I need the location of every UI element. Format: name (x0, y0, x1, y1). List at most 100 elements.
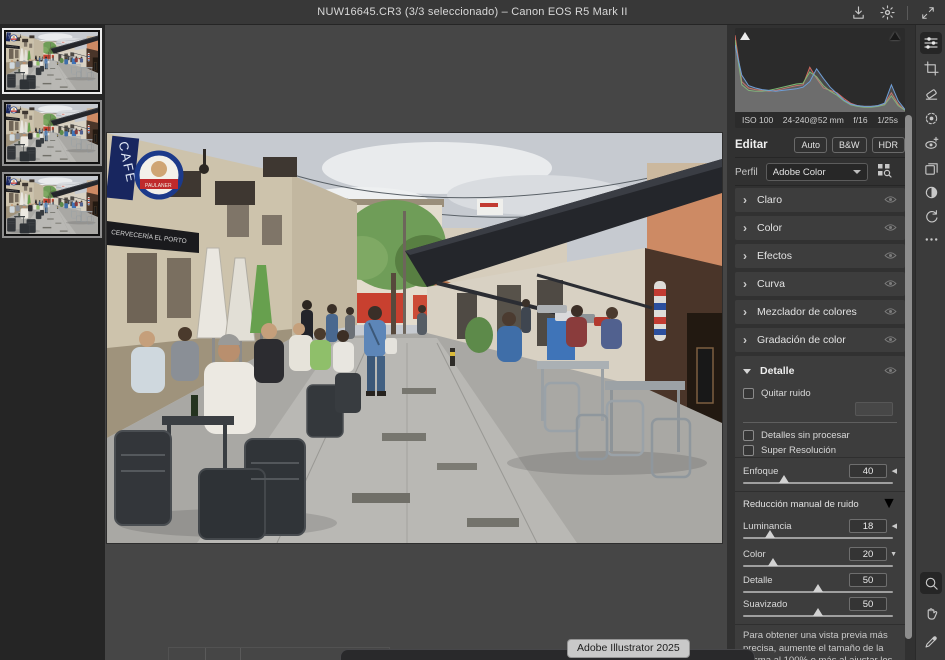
color-nr-slider[interactable] (743, 565, 893, 567)
exif-info: ISO 100 24-240@52 mm f/16 1/25s (735, 112, 905, 128)
edit-tool-icon[interactable] (920, 32, 942, 54)
detalle-nr-label: Detalle (743, 575, 849, 586)
dock-item[interactable] (340, 649, 755, 660)
photo-preview[interactable] (107, 133, 722, 543)
section-label: Claro (757, 194, 782, 206)
presets-tool-icon[interactable] (920, 157, 942, 179)
eye-icon[interactable] (884, 191, 897, 209)
auto-button[interactable]: Auto (794, 137, 827, 153)
exif-iso: ISO 100 (742, 115, 773, 125)
section-label: Color (757, 222, 782, 234)
detalle-nr-value-field[interactable]: 50 (849, 573, 887, 587)
eye-icon[interactable] (884, 303, 897, 321)
thumbnail-1[interactable] (2, 28, 102, 94)
quitar-ruido-label: Quitar ruido (761, 388, 811, 399)
enfoque-label: Enfoque (743, 466, 849, 477)
versions-tool-icon[interactable] (920, 205, 942, 227)
chevron-right-icon: › (743, 250, 747, 262)
eye-icon[interactable] (884, 219, 897, 237)
section-efectos[interactable]: › Efectos (735, 244, 905, 268)
bw-button[interactable]: B&W (832, 137, 867, 153)
color-nr-label: Color (743, 549, 849, 560)
chevron-right-icon: › (743, 222, 747, 234)
thumbnail-2[interactable] (2, 100, 102, 166)
section-label: Mezclador de colores (757, 306, 857, 318)
fullscreen-icon[interactable] (919, 4, 937, 22)
edit-header-row: Editar Auto B&W HDR (735, 132, 905, 158)
color-nr-value-field[interactable]: 20 (849, 547, 887, 561)
zoom-tool-icon[interactable] (920, 572, 942, 594)
detalle-header[interactable]: Detalle (735, 360, 905, 382)
luminancia-slider-thumb[interactable] (765, 530, 775, 538)
chevron-down-icon (743, 369, 751, 374)
preview-canvas (105, 25, 727, 660)
white-balance-eyedropper-icon[interactable] (920, 630, 942, 652)
quitar-ruido-amount-field[interactable] (855, 402, 893, 416)
highlight-clipping-icon[interactable] (890, 32, 900, 40)
exif-aperture: f/16 (853, 115, 867, 125)
more-options-icon[interactable] (920, 228, 942, 250)
chevron-right-icon: › (743, 334, 747, 346)
heal-tool-icon[interactable] (920, 82, 942, 104)
histogram-chart (735, 28, 905, 112)
panel-scrollbar[interactable] (905, 115, 912, 639)
divider (735, 624, 905, 625)
suavizado-value-field[interactable]: 50 (849, 597, 887, 611)
section-claro[interactable]: › Claro (735, 188, 905, 212)
super-resolucion-checkbox[interactable] (743, 445, 754, 456)
super-resolucion-label: Super Resolución (761, 445, 836, 456)
enfoque-slider-thumb[interactable] (779, 475, 789, 483)
eye-icon[interactable] (884, 362, 897, 380)
download-icon[interactable] (849, 4, 867, 22)
super-resolucion-row[interactable]: Super Resolución (735, 443, 905, 457)
divider (735, 457, 905, 458)
hdr-button[interactable]: HDR (872, 137, 906, 153)
collapse-left-icon[interactable]: ◀ (887, 467, 897, 475)
camera-raw-window: NUW16645.CR3 (3/3 seleccionado) – Canon … (0, 0, 945, 660)
detalles-sin-procesar-row[interactable]: Detalles sin procesar (735, 428, 905, 442)
suavizado-slider[interactable] (743, 615, 893, 617)
masking-tool-icon[interactable] (920, 107, 942, 129)
eye-icon[interactable] (884, 247, 897, 265)
eye-icon[interactable] (884, 331, 897, 349)
luminancia-row: Luminancia 18 ◀ (735, 519, 905, 533)
chevron-down-icon (853, 170, 861, 174)
color-nr-slider-thumb[interactable] (768, 558, 778, 566)
profile-browser-icon[interactable] (876, 162, 892, 183)
settings-gear-icon[interactable] (878, 4, 896, 22)
shadow-clipping-icon[interactable] (740, 32, 750, 40)
section-gradacion[interactable]: › Gradación de color (735, 328, 905, 352)
detalles-sin-procesar-label: Detalles sin procesar (761, 430, 850, 441)
red-eye-tool-icon[interactable] (920, 132, 942, 154)
enfoque-value-field[interactable]: 40 (849, 464, 887, 478)
profiles-tool-icon[interactable] (920, 181, 942, 203)
section-detalle: Detalle Quitar ruido Detalles sin proces… (735, 356, 905, 660)
enfoque-row: Enfoque 40 ◀ (735, 464, 905, 478)
thumbnail-3[interactable] (2, 172, 102, 238)
expand-down-icon[interactable]: ▼ (881, 495, 897, 513)
suavizado-slider-thumb[interactable] (813, 608, 823, 616)
filmstrip (0, 25, 105, 660)
detalle-nr-slider[interactable] (743, 591, 893, 593)
expand-down-icon[interactable]: ▼ (887, 551, 897, 558)
profile-row: Perfil Adobe Color (735, 159, 905, 186)
detalle-nr-slider-thumb[interactable] (813, 584, 823, 592)
quitar-ruido-checkbox[interactable] (743, 388, 754, 399)
quitar-ruido-row[interactable]: Quitar ruido (735, 386, 905, 400)
histogram[interactable]: ISO 100 24-240@52 mm f/16 1/25s (735, 28, 905, 128)
suavizado-label: Suavizado (743, 599, 849, 610)
manual-nr-header[interactable]: Reducción manual de ruido ▼ (735, 497, 905, 511)
divider (743, 422, 897, 423)
crop-tool-icon[interactable] (920, 57, 942, 79)
profile-select[interactable]: Adobe Color (766, 163, 868, 181)
section-mezclador[interactable]: › Mezclador de colores (735, 300, 905, 324)
section-curva[interactable]: › Curva (735, 272, 905, 296)
collapse-left-icon[interactable]: ◀ (887, 522, 897, 530)
eye-icon[interactable] (884, 275, 897, 293)
luminancia-slider[interactable] (743, 537, 893, 539)
detalles-sin-procesar-checkbox[interactable] (743, 430, 754, 441)
hand-tool-icon[interactable] (920, 602, 942, 624)
section-color[interactable]: › Color (735, 216, 905, 240)
enfoque-slider[interactable] (743, 482, 893, 484)
luminancia-value-field[interactable]: 18 (849, 519, 887, 533)
